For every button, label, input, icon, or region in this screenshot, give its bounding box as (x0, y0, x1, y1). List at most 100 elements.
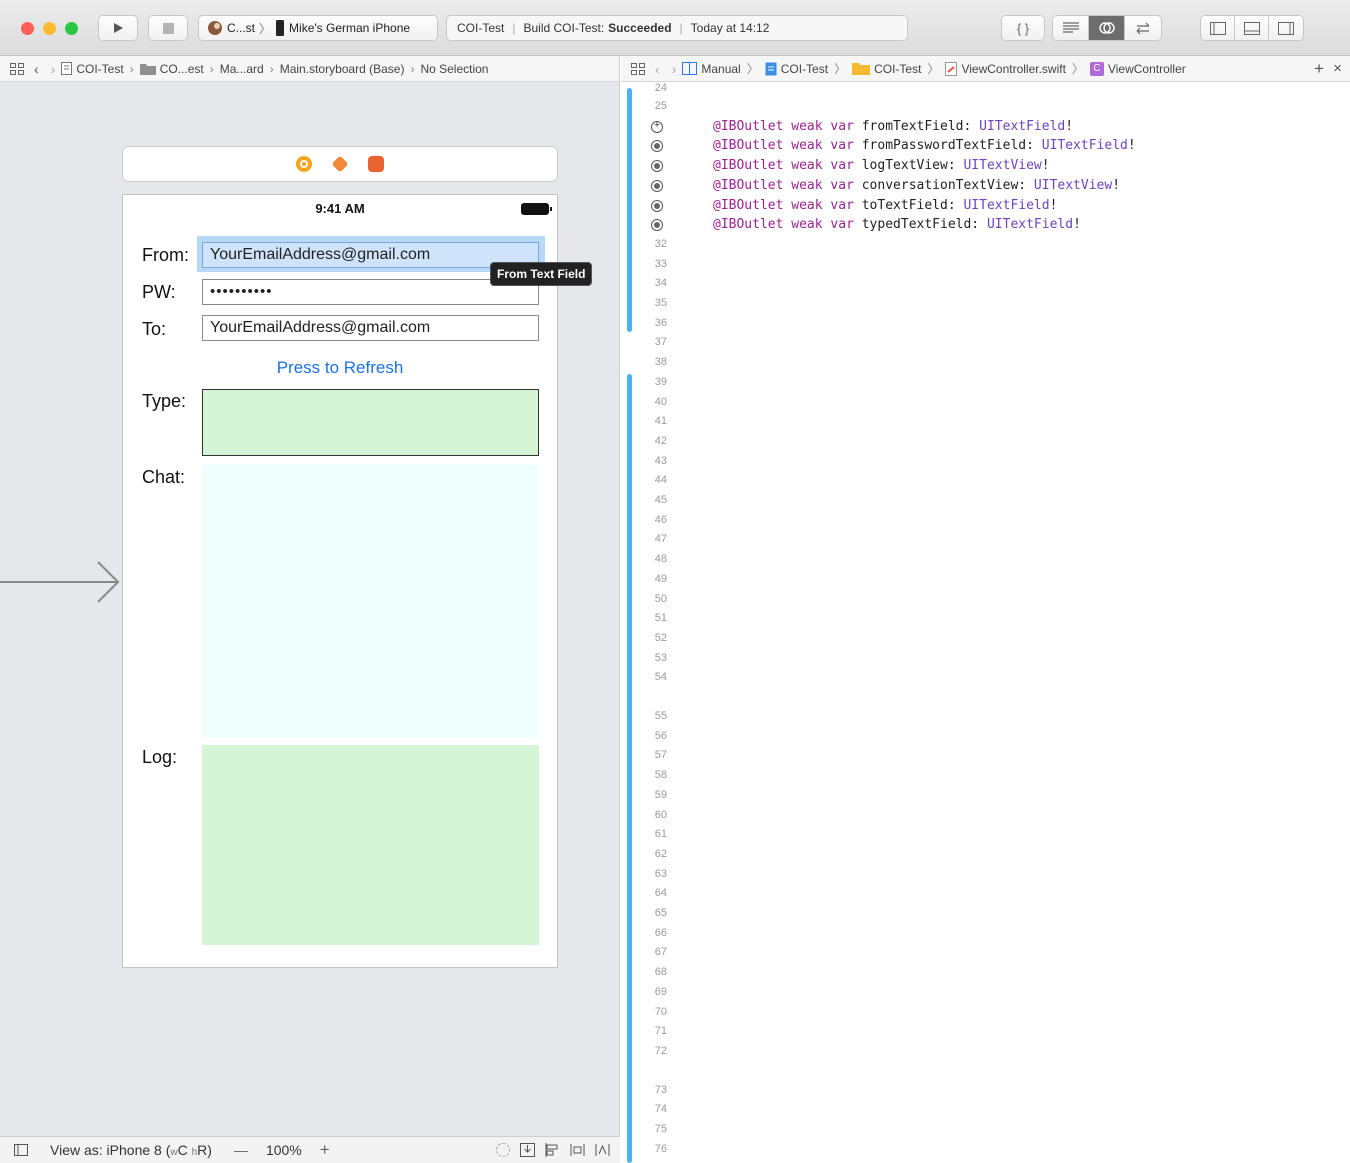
line-number: 42 (654, 434, 667, 447)
stop-icon (162, 22, 174, 34)
type-label: Type: (142, 391, 187, 411)
crumb-class[interactable]: C ViewController (1089, 61, 1186, 76)
outlet-connection-icon[interactable] (651, 119, 663, 133)
from-text-field[interactable]: YourEmailAddress@gmail.com (202, 242, 539, 268)
outlet-declaration[interactable]: @IBOutlet weak var fromPasswordTextField… (713, 138, 1136, 153)
line-number: 40 (654, 395, 667, 408)
line-number: 75 (654, 1123, 667, 1135)
project-file-icon (61, 62, 73, 75)
embed-in-icon[interactable] (520, 1143, 535, 1157)
outlet-declaration[interactable]: @IBOutlet weak var typedTextField: UITex… (713, 217, 1081, 232)
zoom-window-button[interactable] (65, 22, 78, 35)
line-number: 51 (654, 612, 667, 625)
related-items-icon[interactable] (10, 62, 24, 75)
line-number: 24 (654, 82, 667, 94)
view-controller-scene[interactable]: 9:41 AM From: YourEmailAddress@gmail.com… (122, 194, 558, 968)
add-constraints-icon[interactable] (570, 1143, 585, 1157)
outlet-declaration[interactable]: @IBOutlet weak var logTextView: UITextVi… (713, 158, 1050, 173)
outlet-connection-icon[interactable] (651, 179, 663, 192)
forward-arrow-icon[interactable]: › (672, 61, 677, 77)
outlet-keyword: weak var (791, 177, 854, 193)
crumb-project[interactable]: COI-Test (765, 62, 828, 76)
exit-icon[interactable] (368, 156, 384, 172)
folder-icon (139, 63, 156, 75)
add-editor-icon[interactable]: + (1314, 59, 1324, 79)
from-label: From: (142, 245, 189, 265)
line-number: 46 (654, 513, 667, 526)
crumb-manual[interactable]: Manual (682, 62, 741, 76)
close-editor-icon[interactable]: × (1333, 60, 1342, 77)
outlet-connection-icon[interactable] (651, 219, 663, 232)
line-number: 68 (654, 966, 667, 979)
align-icon[interactable] (545, 1143, 560, 1157)
left-panel-icon (1209, 21, 1226, 35)
zoom-in-button[interactable]: + (320, 1140, 330, 1160)
crumb-label: COI-Test (874, 61, 922, 76)
debug-toggle-button[interactable] (1235, 16, 1269, 40)
version-editor-button[interactable] (1125, 16, 1161, 40)
crumb-storyboard[interactable]: Main.storyboard (Base) (280, 62, 405, 76)
stop-button[interactable] (148, 15, 188, 41)
outlet-attribute: @IBOutlet (713, 158, 792, 174)
pw-label: PW: (142, 282, 176, 302)
play-icon (114, 23, 123, 33)
line-number: 39 (654, 375, 667, 388)
line-number: 36 (654, 316, 667, 329)
outlet-connection-icon[interactable] (651, 199, 663, 212)
crumb-storyboard-folder[interactable]: Ma...ard (220, 62, 264, 76)
navigator-toggle-button[interactable] (1201, 16, 1235, 40)
document-outline-icon[interactable] (14, 1144, 28, 1156)
activity-separator: | (512, 21, 516, 35)
crumb-file[interactable]: ViewController.swift (945, 61, 1066, 76)
assistant-code-editor[interactable]: 24 25 32 33 34 35 36 37 38 39 40 41 42 43 44 45 46 47 48 4… (621, 82, 1350, 1163)
outlet-keyword: weak var (791, 197, 854, 213)
log-text-view[interactable] (202, 745, 539, 945)
outlet-type: UITextField (1033, 138, 1128, 154)
battery-icon (521, 203, 552, 215)
crumb-group[interactable]: COI-Test (852, 62, 921, 76)
outlet-declaration[interactable]: @IBOutlet weak var toTextField: UITextFi… (713, 198, 1057, 213)
iphone-icon (276, 20, 285, 36)
run-button[interactable] (98, 15, 138, 41)
outlet-connection-icon[interactable] (651, 160, 663, 173)
outlet-keyword: weak var (791, 158, 854, 174)
first-responder-icon[interactable] (331, 155, 349, 173)
inspector-toggle-button[interactable] (1269, 16, 1303, 40)
back-arrow-icon[interactable]: ‹ (34, 61, 39, 77)
resolve-issues-icon[interactable] (595, 1143, 610, 1157)
close-window-button[interactable] (21, 22, 34, 35)
zoom-level: 100% (265, 1142, 302, 1158)
line-number: 55 (654, 710, 667, 722)
activity-prefix: Build COI-Test: (523, 21, 605, 35)
outlet-declaration[interactable]: @IBOutlet weak var fromTextField: UIText… (713, 119, 1073, 134)
crumb-group[interactable]: CO...est (139, 62, 204, 76)
view-controller-icon[interactable] (296, 156, 312, 172)
password-text-field[interactable]: •••••••••• (202, 279, 539, 305)
library-button[interactable]: { } (1001, 15, 1045, 41)
activity-viewer: COI-Test | Build COI-Test: Succeeded | T… (446, 15, 908, 41)
outlet-declaration[interactable]: @IBOutlet weak var conversationTextView:… (713, 178, 1120, 193)
related-items-icon[interactable] (631, 62, 645, 75)
outlet-connection-icon[interactable] (651, 140, 663, 153)
forward-arrow-icon[interactable]: › (51, 61, 56, 77)
activity-separator-2: | (679, 21, 683, 35)
assistant-editor-button[interactable] (1089, 16, 1125, 40)
back-arrow-icon[interactable]: ‹ (655, 61, 660, 77)
minimize-window-button[interactable] (43, 22, 56, 35)
conversation-text-view[interactable] (202, 465, 539, 738)
view-as-label: View as: iPhone 8 ( (50, 1142, 171, 1158)
typed-text-field[interactable] (202, 389, 539, 456)
standard-editor-button[interactable] (1053, 16, 1089, 40)
scheme-selector[interactable]: C...st 〉 Mike's German iPhone (198, 15, 438, 41)
initial-view-controller-arrow[interactable] (0, 560, 122, 604)
view-as-selector[interactable]: View as: iPhone 8 (wC hR) (50, 1142, 212, 1158)
to-text-field[interactable]: YourEmailAddress@gmail.com (202, 315, 539, 341)
right-panel-icon (1278, 21, 1294, 35)
line-number: 76 (654, 1142, 667, 1155)
crumb-project[interactable]: COI-Test (61, 62, 124, 76)
crumb-selection[interactable]: No Selection (420, 62, 488, 76)
storyboard-canvas[interactable]: 9:41 AM From: YourEmailAddress@gmail.com… (0, 82, 620, 1163)
update-frames-icon[interactable] (496, 1143, 510, 1157)
refresh-button[interactable]: Press to Refresh (123, 358, 557, 378)
zoom-out-button[interactable]: — (234, 1142, 248, 1158)
